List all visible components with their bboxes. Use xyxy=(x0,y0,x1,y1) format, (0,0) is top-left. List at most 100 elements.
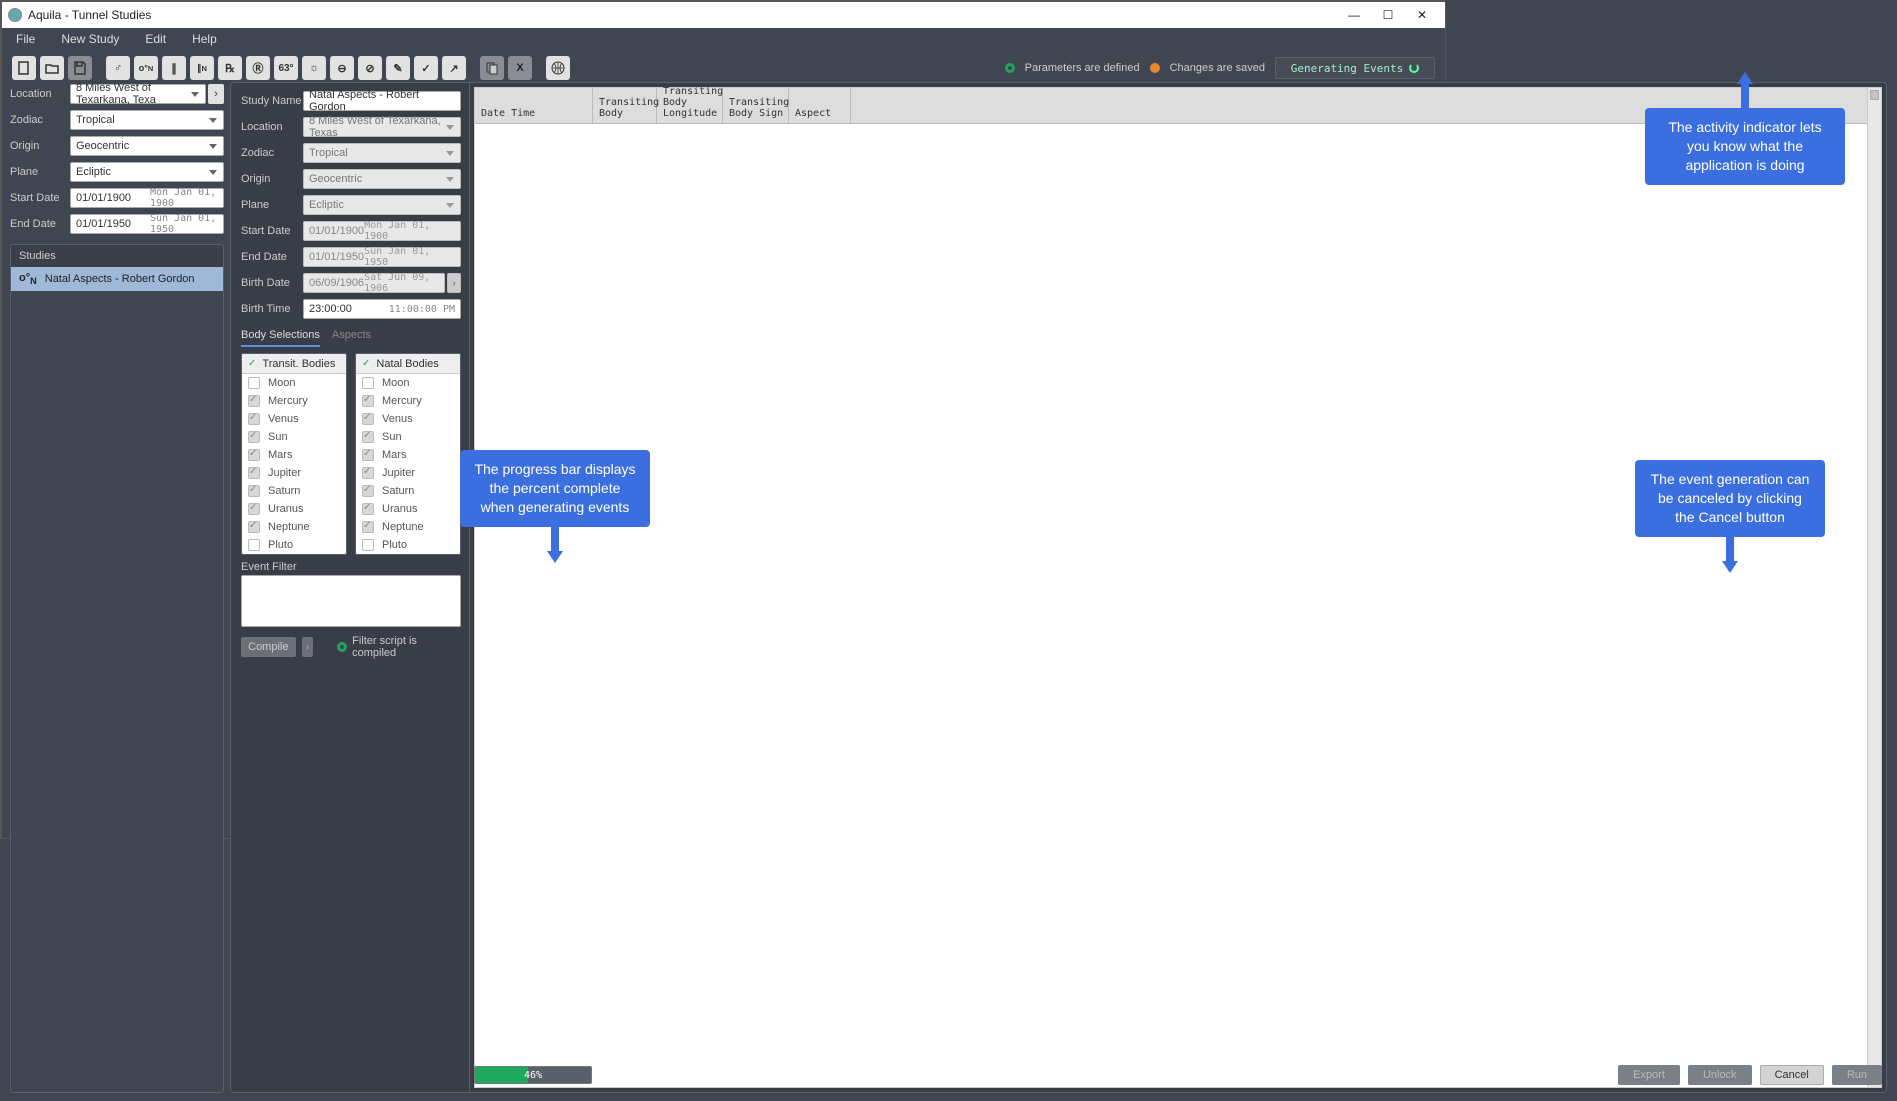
globe-icon[interactable] xyxy=(546,56,570,80)
checkbox[interactable] xyxy=(248,377,260,389)
checkbox[interactable] xyxy=(362,503,374,515)
tab-body-selections[interactable]: Body Selections xyxy=(241,329,320,347)
origin-select[interactable]: Geocentric xyxy=(70,136,224,156)
copy-icon[interactable] xyxy=(480,56,504,80)
checkbox[interactable] xyxy=(362,377,374,389)
c-plane-select[interactable]: Ecliptic xyxy=(303,195,461,215)
body-row[interactable]: Moon xyxy=(356,374,460,392)
body-row[interactable]: Venus xyxy=(242,410,346,428)
birth-date-stepper[interactable]: › xyxy=(447,273,461,293)
body-row[interactable]: Pluto xyxy=(356,536,460,554)
c-location-select[interactable]: 8 Miles West of Texarkana, Texas xyxy=(303,117,461,137)
tab-aspects[interactable]: Aspects xyxy=(332,329,371,347)
export-button[interactable]: Export xyxy=(1618,1065,1680,1085)
checkbox[interactable] xyxy=(362,449,374,461)
maximize-button[interactable]: ☐ xyxy=(1371,5,1405,25)
body-row[interactable]: Pluto xyxy=(242,536,346,554)
menu-help[interactable]: Help xyxy=(192,32,217,46)
c-end-date[interactable]: 01/01/1950Sun Jan 01, 1950 xyxy=(303,247,461,267)
parallel-icon[interactable]: ∥ xyxy=(162,56,186,80)
activity-indicator[interactable]: Generating Events xyxy=(1275,57,1435,79)
unlock-button[interactable]: Unlock xyxy=(1688,1065,1752,1085)
checkbox[interactable] xyxy=(248,521,260,533)
compile-next-button[interactable]: › xyxy=(302,637,314,657)
body-row[interactable]: Venus xyxy=(356,410,460,428)
body-row[interactable]: Moon xyxy=(242,374,346,392)
start-date-input[interactable]: Mon Jan 01, 1900 xyxy=(70,188,224,208)
horizon-icon[interactable]: ⊖ xyxy=(330,56,354,80)
zodiac-select[interactable]: Tropical xyxy=(70,110,224,130)
checkbox[interactable] xyxy=(362,467,374,479)
menu-file[interactable]: File xyxy=(16,32,35,46)
body-row[interactable]: Sun xyxy=(356,428,460,446)
checkbox[interactable] xyxy=(248,503,260,515)
parallel-n-icon[interactable]: ∥N xyxy=(190,56,214,80)
checkbox[interactable] xyxy=(248,539,260,551)
body-row[interactable]: Uranus xyxy=(242,500,346,518)
compile-button[interactable]: Compile xyxy=(241,637,296,657)
birth-date-input[interactable]: 06/09/1906Sat Jun 09, 1906 xyxy=(303,273,445,293)
conjunction-icon[interactable]: ♂ xyxy=(106,56,130,80)
wand-icon[interactable]: ✓ xyxy=(414,56,438,80)
checkbox[interactable] xyxy=(248,467,260,479)
menu-new-study[interactable]: New Study xyxy=(61,32,119,46)
checkbox[interactable] xyxy=(362,485,374,497)
body-row[interactable]: Jupiter xyxy=(242,464,346,482)
body-row[interactable]: Uranus xyxy=(356,500,460,518)
body-row[interactable]: Mercury xyxy=(242,392,346,410)
checkbox[interactable] xyxy=(362,395,374,407)
retrograde-circle-icon[interactable]: Ⓡ xyxy=(246,56,270,80)
run-button[interactable]: Run xyxy=(1832,1065,1882,1085)
close-button[interactable]: ✕ xyxy=(1405,5,1439,25)
col-aspect[interactable]: Aspect xyxy=(789,88,851,123)
cancel-button[interactable]: Cancel xyxy=(1760,1065,1824,1085)
body-row[interactable]: Mercury xyxy=(356,392,460,410)
c-start-date[interactable]: 01/01/1900Mon Jan 01, 1900 xyxy=(303,221,461,241)
save-icon[interactable] xyxy=(68,56,92,80)
checkbox[interactable] xyxy=(362,539,374,551)
checkbox[interactable] xyxy=(248,485,260,497)
link-icon[interactable]: ↗ xyxy=(442,56,466,80)
body-row[interactable]: Neptune xyxy=(356,518,460,536)
new-icon[interactable] xyxy=(12,56,36,80)
col-transiting-body[interactable]: Transiting Body xyxy=(593,88,657,123)
study-name-input[interactable]: Natal Aspects - Robert Gordon xyxy=(303,91,461,111)
col-transiting-longitude[interactable]: Transiting Body Longitude xyxy=(657,88,723,123)
body-row[interactable]: Neptune xyxy=(242,518,346,536)
body-row[interactable]: Sun xyxy=(242,428,346,446)
event-filter-input[interactable] xyxy=(241,575,461,627)
body-row[interactable]: Saturn xyxy=(356,482,460,500)
plane-select[interactable]: Ecliptic xyxy=(70,162,224,182)
body-row[interactable]: Mars xyxy=(242,446,346,464)
body-row[interactable]: Mars xyxy=(356,446,460,464)
checkbox[interactable] xyxy=(248,395,260,407)
body-row[interactable]: Jupiter xyxy=(356,464,460,482)
col-date-time[interactable]: Date Time xyxy=(475,88,593,123)
checkbox[interactable] xyxy=(248,413,260,425)
location-next-button[interactable]: › xyxy=(208,84,224,104)
col-transiting-sign[interactable]: Transiting Body Sign xyxy=(723,88,789,123)
checkbox[interactable] xyxy=(248,431,260,443)
retrograde-icon[interactable]: ℞ xyxy=(218,56,242,80)
pencil-icon[interactable]: ✎ xyxy=(386,56,410,80)
study-item[interactable]: o°N Natal Aspects - Robert Gordon xyxy=(11,267,223,291)
loop-icon[interactable]: ⊘ xyxy=(358,56,382,80)
c-zodiac-select[interactable]: Tropical xyxy=(303,143,461,163)
vertical-scrollbar[interactable] xyxy=(1867,88,1881,1087)
checkbox[interactable] xyxy=(362,431,374,443)
delete-icon[interactable]: X xyxy=(508,56,532,80)
sun-icon[interactable]: ☼ xyxy=(302,56,326,80)
end-date-input[interactable]: Sun Jan 01, 1950 xyxy=(70,214,224,234)
minimize-button[interactable]: — xyxy=(1337,5,1371,25)
open-icon[interactable] xyxy=(40,56,64,80)
checkbox[interactable] xyxy=(362,521,374,533)
c-origin-select[interactable]: Geocentric xyxy=(303,169,461,189)
checkbox[interactable] xyxy=(248,449,260,461)
birth-time-input[interactable]: 23:00:0011:00:00 PM xyxy=(303,299,461,319)
aspects-icon[interactable]: o°N xyxy=(134,56,158,80)
checkbox[interactable] xyxy=(362,413,374,425)
location-select[interactable]: 8 Miles West of Texarkana, Texa xyxy=(70,84,206,104)
body-row[interactable]: Saturn xyxy=(242,482,346,500)
menu-edit[interactable]: Edit xyxy=(145,32,166,46)
degree-icon[interactable]: 63° xyxy=(274,56,298,80)
